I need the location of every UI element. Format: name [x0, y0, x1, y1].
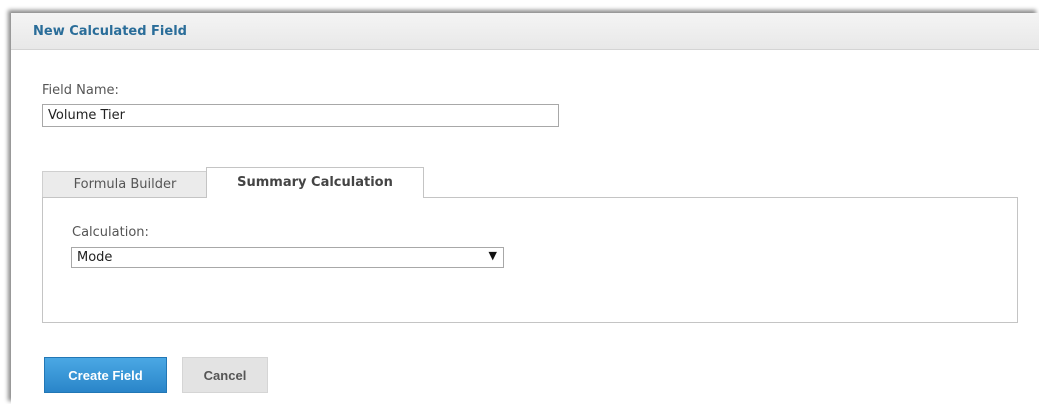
new-calculated-field-dialog: New Calculated Field Field Name: Formula…	[11, 13, 1039, 404]
field-name-label: Field Name:	[42, 83, 119, 98]
tab-summary-calculation[interactable]: Summary Calculation	[206, 167, 424, 198]
calculation-label: Calculation:	[72, 225, 149, 240]
create-field-button[interactable]: Create Field	[44, 357, 167, 393]
calculation-select[interactable]: Mode ▼	[71, 247, 504, 268]
dropdown-arrow-icon: ▼	[488, 249, 497, 262]
tab-formula-builder[interactable]: Formula Builder	[42, 171, 208, 197]
field-name-input[interactable]	[42, 104, 559, 127]
dialog-title-bar: New Calculated Field	[11, 13, 1039, 50]
cancel-button[interactable]: Cancel	[182, 357, 268, 393]
calculation-selected-value: Mode	[77, 250, 113, 265]
dialog-title: New Calculated Field	[33, 24, 187, 39]
